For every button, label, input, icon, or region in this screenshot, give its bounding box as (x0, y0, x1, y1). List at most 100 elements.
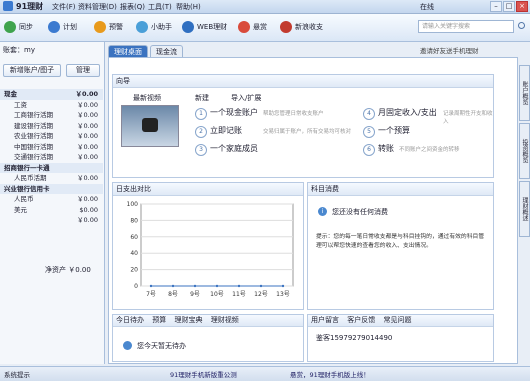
side-tab-account-overview[interactable]: 账户概览 (519, 65, 530, 121)
consume-empty-msg: 您还没有任何消费 (332, 208, 388, 216)
feedback-panel: 用户留言 客户反馈 常见问题 鉴客15979279014490 (307, 314, 494, 362)
close-icon[interactable]: × (516, 1, 528, 12)
account-panel: 账套：my 新增账户/图子 管理 现金 ￥0.00 工资 ￥0.00 工商银行活期 ￥0.… (0, 42, 105, 364)
chart-title: 日支出对比 (113, 183, 303, 196)
y-tick-label: 80 (130, 217, 138, 224)
account-item[interactable]: 工资 ￥0.00 (0, 100, 103, 111)
consume-title: 科目消费 (308, 183, 493, 196)
guide-item-1[interactable]: 1 一个现金账户 (195, 107, 258, 120)
account-item[interactable]: 招商银行一卡通 (0, 162, 103, 173)
window-controls: – □ × (489, 1, 528, 12)
account-item[interactable]: 中国银行活期 ￥0.00 (0, 142, 103, 153)
account-item[interactable]: 交通银行活期 ￥0.00 (0, 152, 103, 163)
menu-tools[interactable]: 工具(T) (148, 2, 172, 12)
bounty-icon (238, 21, 250, 33)
y-tick-label: 20 (130, 267, 138, 274)
import-button[interactable]: 导入/扩展 (231, 93, 261, 103)
search-input[interactable]: 请输入关键字搜索 (418, 20, 514, 33)
todo-info-icon (123, 341, 132, 350)
app-logo-icon (3, 1, 13, 11)
subject-consume-panel: 科目消费 i 您还没有任何消费 提示：您的每一笔日常收支都是与科目挂钩的，通过有… (307, 182, 494, 310)
guide-hint-1: 帮助您管理日常收支账户 (263, 111, 324, 117)
menu-data[interactable]: 资料管理(D) (78, 2, 117, 12)
feedback-tabs: 用户留言 客户反馈 常见问题 (308, 315, 493, 327)
x-tick-label: 8号 (168, 291, 178, 298)
y-tick-label: 0 (134, 283, 138, 290)
assistant-button[interactable]: 小助手 (136, 19, 172, 35)
guide-item-3[interactable]: 3 一个家庭成员 (195, 143, 258, 156)
search-icon[interactable] (518, 22, 525, 29)
x-tick-label: 12号 (254, 291, 268, 298)
guide-item-2[interactable]: 2 立即记账 (195, 125, 242, 138)
status-bar: 系统提示 91理财手机新版重公测 悬赏，91理财手机版上线！ (0, 366, 530, 381)
account-set-title: 账套：my (3, 46, 35, 54)
account-item[interactable]: 兴业银行信用卡 (0, 183, 103, 194)
new-button[interactable]: 新建 (195, 93, 209, 103)
guide-item-6[interactable]: 6 转账 (363, 143, 394, 156)
account-item[interactable]: 现金 ￥0.00 (0, 89, 103, 100)
bounty-button[interactable]: 悬赏 (238, 19, 267, 35)
plan-button[interactable]: 计划 (48, 19, 77, 35)
y-tick-label: 60 (130, 234, 138, 241)
plan-icon (48, 21, 60, 33)
maximize-icon[interactable]: □ (503, 1, 515, 12)
sync-button[interactable]: 同步 (4, 19, 33, 35)
y-tick-label: 100 (127, 201, 139, 208)
y-tick-label: 40 (130, 250, 138, 257)
sina-icon (280, 21, 292, 33)
account-item[interactable]: 工商银行活期 ￥0.00 (0, 110, 103, 121)
account-item[interactable]: 人民币活期 ￥0.00 (0, 173, 103, 184)
account-item[interactable]: 美元 $0.00 (0, 205, 103, 216)
desktop-area: 向导 最新视频 新建 导入/扩展 1 一个现金账户 帮助您管理日常收支账户 2 立即… (108, 57, 518, 364)
status-center[interactable]: 91理财手机新版重公测 (170, 369, 237, 379)
guide-hint-2: 交易归属于账户，所有交易均可核对 (263, 129, 352, 135)
net-asset: 净资产 ￥0.00 (45, 266, 91, 274)
account-item[interactable]: 农业银行活期 ￥0.00 (0, 131, 103, 142)
tab-budget[interactable]: 预算 (152, 316, 166, 324)
video-thumbnail[interactable] (121, 105, 179, 147)
assistant-icon (136, 21, 148, 33)
minimize-icon[interactable]: – (490, 1, 502, 12)
tab-user-message[interactable]: 用户留言 (311, 316, 339, 324)
guide-item-5[interactable]: 5 一个预算 (363, 125, 410, 138)
account-tree: 现金 ￥0.00 工资 ￥0.00 工商银行活期 ￥0.00 建设银行活期 ￥0.00 农业银行… (0, 89, 103, 226)
status-right[interactable]: 悬赏，91理财手机版上线！ (290, 369, 370, 379)
side-tabs: 账户概览 投资概览 理财概述 (519, 57, 530, 364)
menu-file[interactable]: 文件(F) (52, 2, 76, 12)
guide-hint-4: 记录周期性开支和收入 (443, 111, 493, 125)
account-item[interactable]: ￥0.00 (0, 215, 103, 226)
alert-icon (94, 21, 106, 33)
guide-item-4[interactable]: 4 月固定收入/支出 (363, 107, 437, 120)
guide-title: 向导 (113, 75, 493, 88)
side-tab-finance-summary[interactable]: 理财概述 (519, 181, 530, 237)
recent-video-label: 最新视频 (133, 94, 161, 102)
account-item[interactable]: 建设银行活期 ￥0.00 (0, 121, 103, 132)
daily-expense-chart: 100 80 60 40 20 0 7号 8号 9号 10号 11号 12号 13号 (127, 201, 294, 298)
daily-expense-panel: 日支出对比 100 80 60 40 20 0 7号 8号 9号 10号 11号 12号 13号 (112, 182, 304, 310)
x-tick-label: 10号 (210, 291, 224, 298)
menu-help[interactable]: 帮助(H) (176, 2, 201, 12)
info-icon: i (318, 207, 327, 216)
tab-feedback[interactable]: 客户反馈 (347, 316, 375, 324)
manage-button[interactable]: 管理 (66, 64, 100, 77)
menu-report[interactable]: 报表(Q) (120, 2, 145, 12)
sina-button[interactable]: 新浪收支 (280, 19, 323, 35)
tab-faq[interactable]: 常见问题 (383, 316, 411, 324)
play-icon[interactable] (142, 118, 158, 132)
account-item[interactable]: 人民币 ￥0.00 (0, 194, 103, 205)
user-status: 在线 (420, 3, 434, 11)
guide-hint-6: 不同账户之间资金的转移 (399, 147, 460, 153)
tab-finance-book[interactable]: 理财宝典 (174, 316, 202, 324)
add-account-button[interactable]: 新增账户/图子 (3, 64, 61, 77)
x-tick-label: 11号 (232, 291, 246, 298)
web-icon (182, 21, 194, 33)
tab-todo[interactable]: 今日待办 (116, 316, 144, 324)
app-title: 91理财 (16, 2, 44, 11)
status-label: 系统提示 (4, 371, 30, 379)
tab-finance-video[interactable]: 理财视频 (211, 316, 239, 324)
web-finance-button[interactable]: WEB理财 (182, 19, 227, 35)
todo-tabs: 今日待办 预算 理财宝典 理财视频 (113, 315, 303, 327)
side-tab-invest-overview[interactable]: 投资概览 (519, 123, 530, 179)
sync-icon (4, 21, 16, 33)
alert-button[interactable]: 预警 (94, 19, 123, 35)
